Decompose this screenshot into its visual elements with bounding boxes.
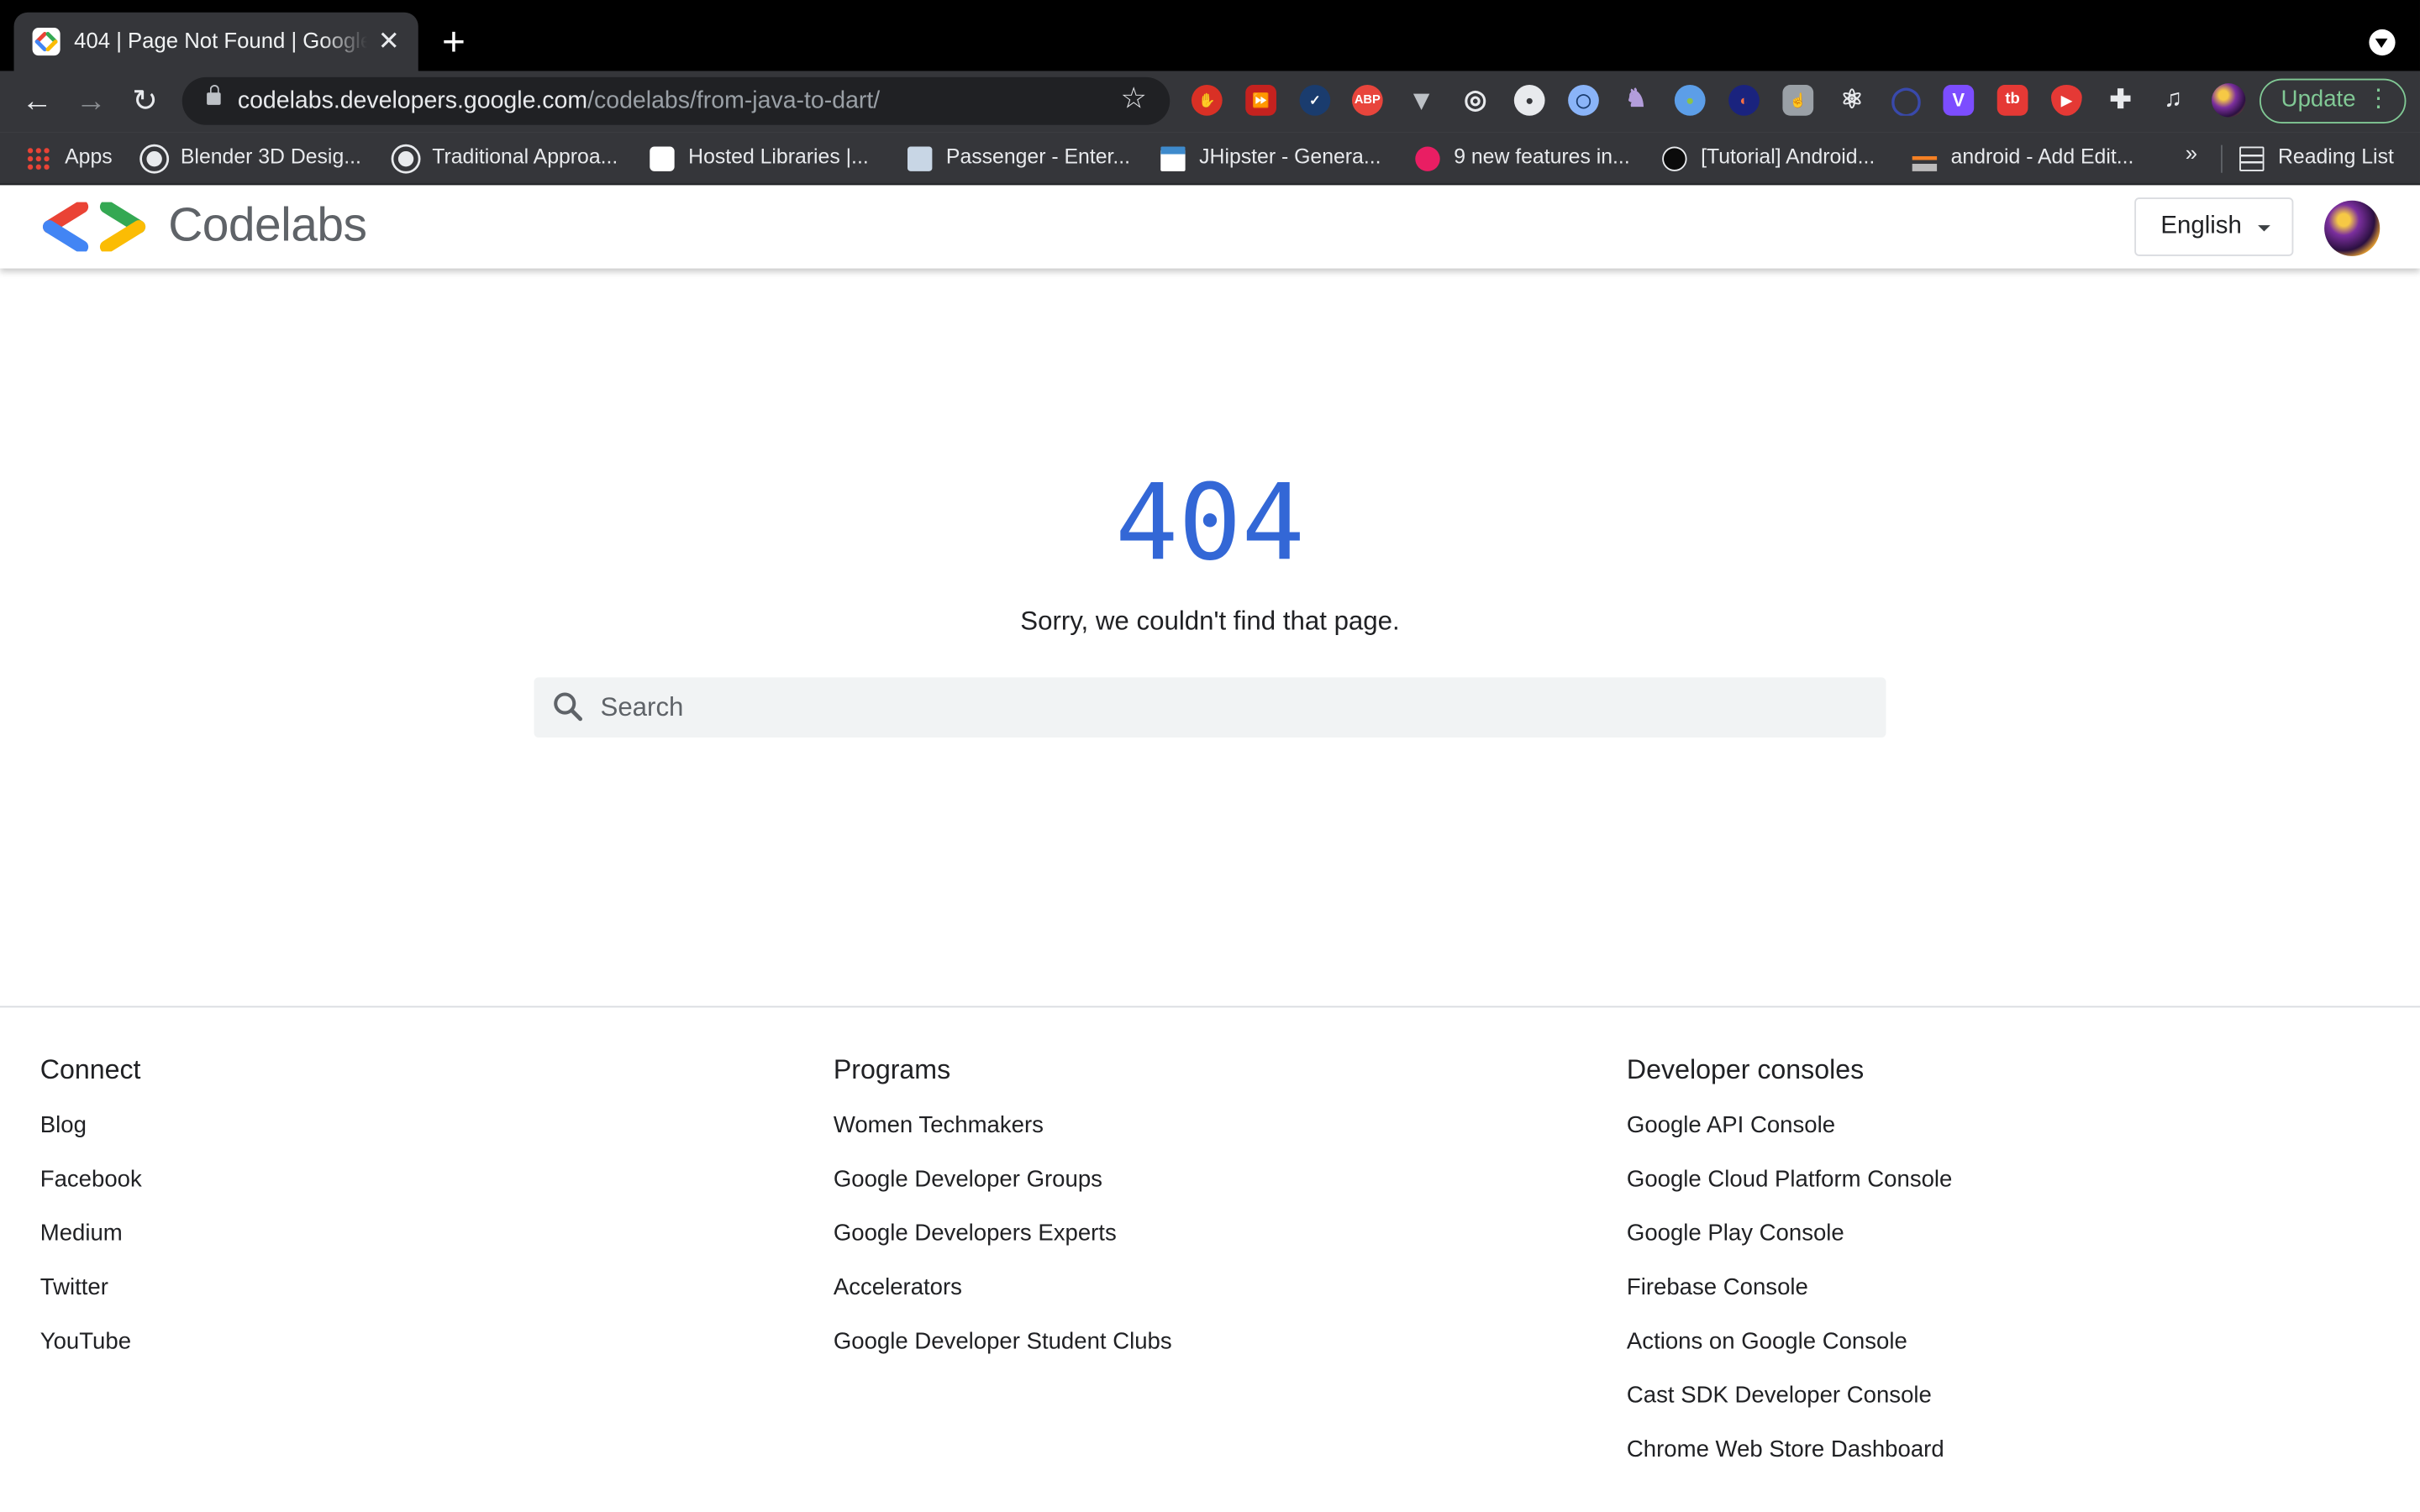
play-extension-icon[interactable]: ▶ <box>2051 85 2082 116</box>
media-control-icon[interactable]: ♫ <box>2158 85 2189 116</box>
ring-extension-icon[interactable]: ◯ <box>1568 85 1599 116</box>
record-icon <box>1415 146 1440 171</box>
react-extension-icon[interactable]: ⚛ <box>1837 85 1868 116</box>
browser-titlebar: 404 | Page Not Found | Google Codelabs ✕… <box>0 0 2420 71</box>
reload-icon[interactable]: ↻ <box>127 83 164 120</box>
footer-link-youtube[interactable]: YouTube <box>40 1326 142 1359</box>
codelabs-favicon-icon <box>32 28 60 56</box>
r-logo-icon <box>1662 146 1687 171</box>
footer-link-cast-sdk-console[interactable]: Cast SDK Developer Console <box>1627 1379 1952 1413</box>
footer-link-play-console[interactable]: Google Play Console <box>1627 1217 1952 1251</box>
bookmarks-bar: Apps Blender 3D Desig... Traditional App… <box>0 132 2420 186</box>
checkmark-extension-icon[interactable]: ✓ <box>1299 85 1331 116</box>
footer-column-programs: Programs Women Techmakers Google Develop… <box>834 1053 1172 1359</box>
footer-column-connect: Connect Blog Facebook Medium Twitter You… <box>40 1053 142 1359</box>
lock-icon <box>207 85 221 105</box>
tab-search-icon[interactable] <box>2369 29 2396 56</box>
error-code: 404 <box>1115 463 1305 585</box>
codelabs-favicon-icon <box>650 146 675 171</box>
more-menu-icon[interactable]: ⋮ <box>2366 81 2391 121</box>
footer-heading: Connect <box>39 1053 141 1085</box>
adblock-plus-extension-icon[interactable]: ABP <box>1351 85 1383 116</box>
footer-link-actions-console[interactable]: Actions on Google Console <box>1627 1326 1952 1359</box>
profile-avatar-icon[interactable] <box>2212 83 2246 118</box>
bookmark-star-icon[interactable]: ☆ <box>1120 83 1146 117</box>
url-text: codelabs.developers.google.com/codelabs/… <box>237 87 881 114</box>
tab-title: 404 | Page Not Found | Google Codelabs <box>74 28 368 53</box>
search-bar[interactable] <box>534 677 1886 738</box>
footer-link-twitter[interactable]: Twitter <box>40 1271 142 1305</box>
footer-link-developer-groups[interactable]: Google Developer Groups <box>834 1163 1172 1197</box>
search-input[interactable] <box>600 677 1866 738</box>
footer-heading: Developer consoles <box>1626 1053 1865 1085</box>
footer-link-student-clubs[interactable]: Google Developer Student Clubs <box>834 1326 1172 1359</box>
cat-extension-icon[interactable]: ♞ <box>1621 85 1652 116</box>
footer-link-web-store-dashboard[interactable]: Chrome Web Store Dashboard <box>1627 1433 1952 1467</box>
language-select[interactable]: English <box>2134 197 2294 256</box>
footer-link-firebase-console[interactable]: Firebase Console <box>1627 1271 1952 1305</box>
hand-extension-icon[interactable]: ☝ <box>1782 85 1814 116</box>
bookmarks-divider <box>2221 144 2223 173</box>
jhipster-icon <box>1160 146 1186 171</box>
browser-tab-active[interactable]: 404 | Page Not Found | Google Codelabs ✕ <box>13 12 418 71</box>
passenger-icon <box>907 146 933 171</box>
puzzle-extensions-icon[interactable]: ✚ <box>2105 85 2136 116</box>
circle-extension-icon[interactable]: ● <box>1513 85 1545 116</box>
footer-column-developer-consoles: Developer consoles Google API Console Go… <box>1627 1053 1952 1467</box>
dropdown-caret-icon <box>2258 225 2270 232</box>
apps-grid-icon <box>26 146 51 171</box>
user-avatar[interactable] <box>2324 200 2381 256</box>
color-wheel-extension-icon[interactable]: ◐ <box>1728 85 1760 116</box>
search-icon <box>553 691 584 722</box>
footer-divider <box>0 1005 2420 1008</box>
reading-list-icon <box>2239 146 2265 171</box>
address-bar[interactable]: codelabs.developers.google.com/codelabs/… <box>182 76 1171 125</box>
error-message: Sorry, we couldn't find that page. <box>1020 606 1400 636</box>
codelabs-header: Codelabs English <box>0 185 2420 269</box>
globe-extension-icon[interactable]: ● <box>1674 85 1706 116</box>
o-extension-icon[interactable]: ◯ <box>1891 85 1922 116</box>
target-extension-icon[interactable]: ◎ <box>1460 85 1491 116</box>
footer-link-cloud-console[interactable]: Google Cloud Platform Console <box>1627 1163 1952 1197</box>
back-arrow-icon[interactable]: ← <box>18 83 55 120</box>
footer-heading: Programs <box>833 1053 951 1085</box>
forward-arrow-icon[interactable]: → <box>72 83 109 120</box>
browser-toolbar: ← → ↻ codelabs.developers.google.com/cod… <box>0 71 2420 133</box>
tab-close-icon[interactable]: ✕ <box>373 26 404 57</box>
footer-link-accelerators[interactable]: Accelerators <box>834 1271 1172 1305</box>
vue-devtools-extension-icon[interactable]: ▼ <box>1406 85 1437 116</box>
globe-icon <box>393 146 418 171</box>
codelabs-wordmark[interactable]: Codelabs <box>168 197 367 253</box>
bookmarks-overflow-button[interactable]: » <box>2186 140 2197 165</box>
codelabs-logo-icon[interactable] <box>40 200 149 254</box>
tb-extension-icon[interactable]: tb <box>1996 85 2028 116</box>
footer-link-women-techmakers[interactable]: Women Techmakers <box>834 1110 1172 1143</box>
new-tab-icon[interactable]: + <box>437 22 471 62</box>
footer-link-blog[interactable]: Blog <box>40 1110 142 1143</box>
v-extension-icon[interactable]: V <box>1943 85 1975 116</box>
fast-forward-extension-icon[interactable]: ⏩ <box>1245 85 1276 116</box>
footer-link-developers-experts[interactable]: Google Developers Experts <box>834 1217 1172 1251</box>
globe-icon <box>141 146 167 171</box>
footer-link-medium[interactable]: Medium <box>40 1217 142 1251</box>
footer-link-facebook[interactable]: Facebook <box>40 1163 142 1197</box>
footer-link-api-console[interactable]: Google API Console <box>1627 1110 1952 1143</box>
stackoverflow-icon <box>1912 146 1938 171</box>
adblock-extension-icon[interactable]: ✋ <box>1191 85 1223 116</box>
update-button[interactable]: Update ⋮ <box>2259 78 2407 123</box>
